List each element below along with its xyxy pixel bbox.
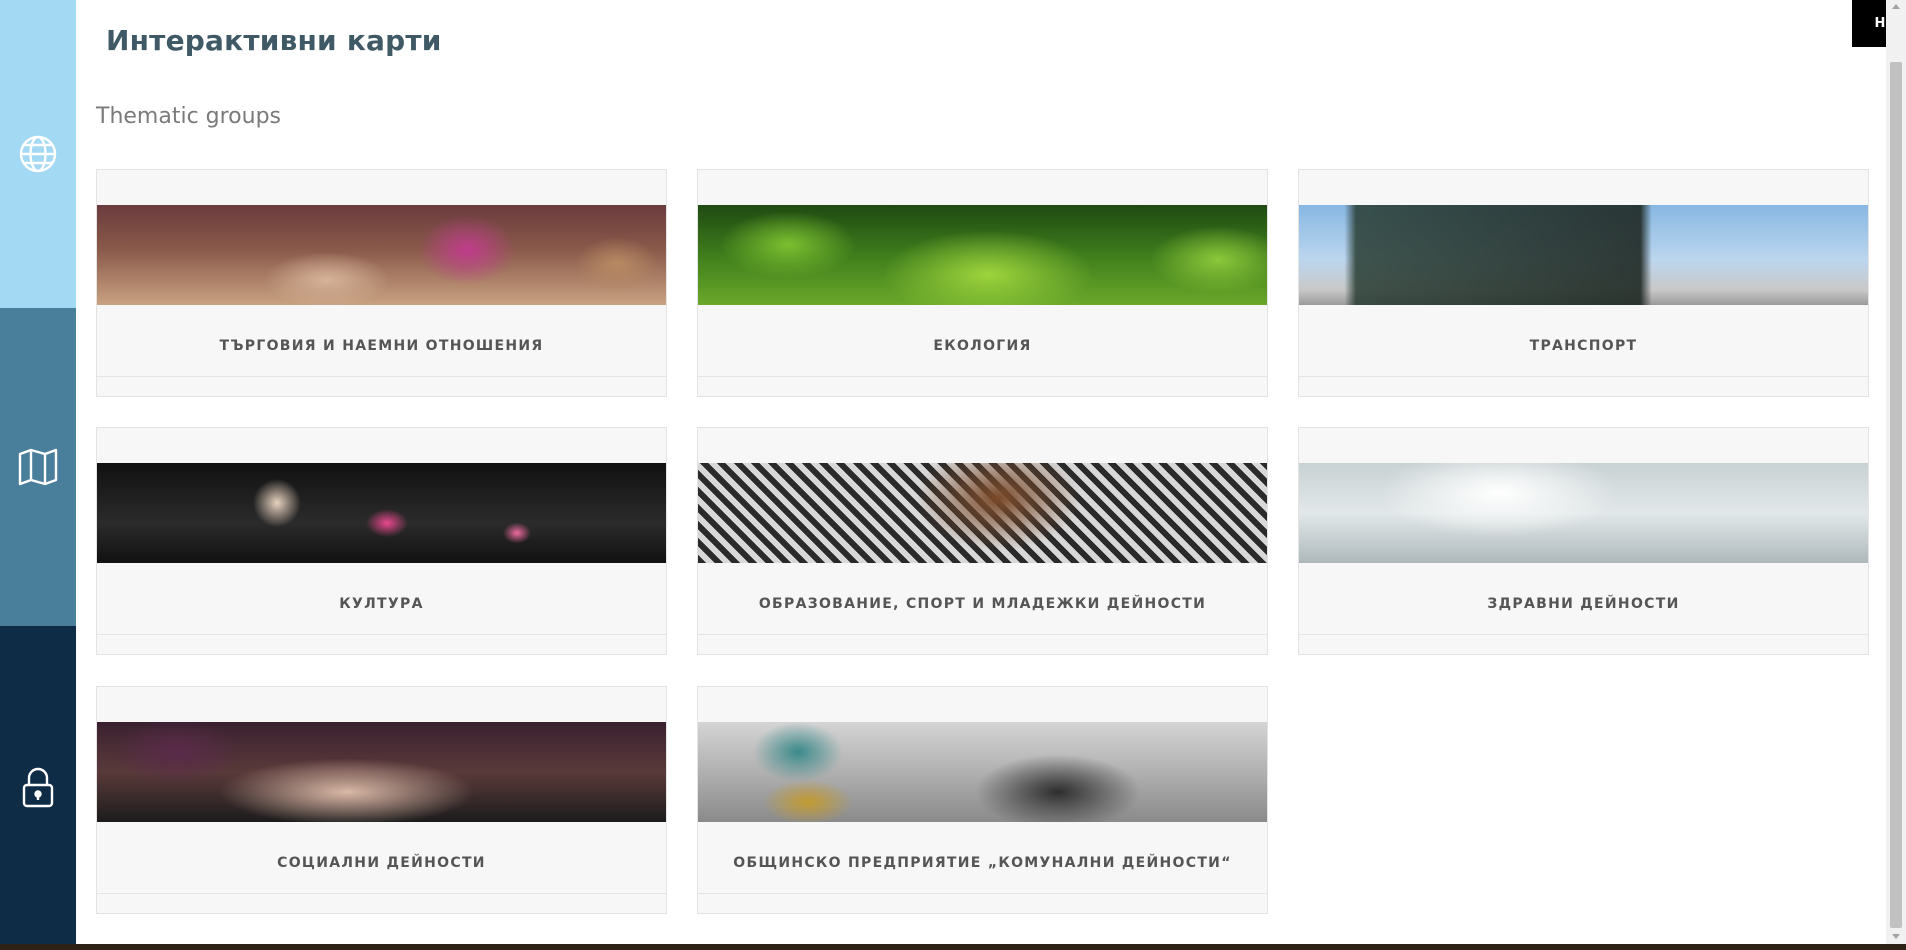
section-heading: Thematic groups <box>96 104 282 129</box>
sidebar-item-globe[interactable] <box>0 0 76 308</box>
group-label: ЗДРАВНИ ДЕЙНОСТИ <box>1487 596 1680 612</box>
group-label: ТЪРГОВИЯ И НАЕМНИ ОТНОШЕНИЯ <box>219 338 544 354</box>
group-label: СОЦИАЛНИ ДЕЙНОСТИ <box>277 855 486 871</box>
group-card-communal[interactable]: ОБЩИНСКО ПРЕДПРИЯТИЕ „КОМУНАЛНИ ДЕЙНОСТИ… <box>697 686 1268 914</box>
group-image <box>97 722 666 822</box>
group-image <box>698 205 1267 305</box>
vertical-scrollbar[interactable] <box>1886 0 1906 944</box>
scroll-up-arrow-icon[interactable] <box>1892 4 1900 9</box>
lock-icon <box>21 767 55 809</box>
group-label: ТРАНСПОРТ <box>1529 338 1638 354</box>
group-image <box>698 463 1267 563</box>
group-image <box>97 205 666 305</box>
page-title: Интерактивни карти <box>106 24 442 57</box>
globe-icon <box>18 134 58 174</box>
group-label: ОБРАЗОВАНИЕ, СПОРТ И МЛАДЕЖКИ ДЕЙНОСТИ <box>758 596 1207 612</box>
card-divider <box>97 893 666 894</box>
group-card-health[interactable]: ЗДРАВНИ ДЕЙНОСТИ <box>1298 427 1869 655</box>
group-card-transport[interactable]: ТРАНСПОРТ <box>1298 169 1869 397</box>
card-divider <box>1299 376 1868 377</box>
group-card-trade[interactable]: ТЪРГОВИЯ И НАЕМНИ ОТНОШЕНИЯ <box>96 169 667 397</box>
card-divider <box>97 376 666 377</box>
group-image <box>97 463 666 563</box>
bottom-strip <box>0 944 1906 950</box>
map-icon <box>17 447 59 487</box>
scroll-down-arrow-icon[interactable] <box>1892 934 1900 939</box>
card-divider <box>1299 634 1868 635</box>
group-card-social[interactable]: СОЦИАЛНИ ДЕЙНОСТИ <box>96 686 667 914</box>
group-label: ОБЩИНСКО ПРЕДПРИЯТИЕ „КОМУНАЛНИ ДЕЙНОСТИ… <box>733 855 1232 871</box>
scroll-thumb[interactable] <box>1890 62 1902 928</box>
card-divider <box>698 893 1267 894</box>
card-divider <box>97 634 666 635</box>
group-card-ecology[interactable]: ЕКОЛОГИЯ <box>697 169 1268 397</box>
sidebar <box>0 0 76 950</box>
group-image <box>1299 463 1868 563</box>
sidebar-item-map[interactable] <box>0 308 76 626</box>
group-card-education[interactable]: ОБРАЗОВАНИЕ, СПОРТ И МЛАДЕЖКИ ДЕЙНОСТИ <box>697 427 1268 655</box>
card-divider <box>698 376 1267 377</box>
group-image <box>1299 205 1868 305</box>
card-divider <box>698 634 1267 635</box>
group-label: ЕКОЛОГИЯ <box>933 338 1032 354</box>
main-content: Интерактивни карти Thematic groups НАЧАЛ… <box>76 0 1906 944</box>
group-label: КУЛТУРА <box>339 596 424 612</box>
sidebar-item-lock[interactable] <box>0 626 76 950</box>
group-image <box>698 722 1267 822</box>
group-card-culture[interactable]: КУЛТУРА <box>96 427 667 655</box>
